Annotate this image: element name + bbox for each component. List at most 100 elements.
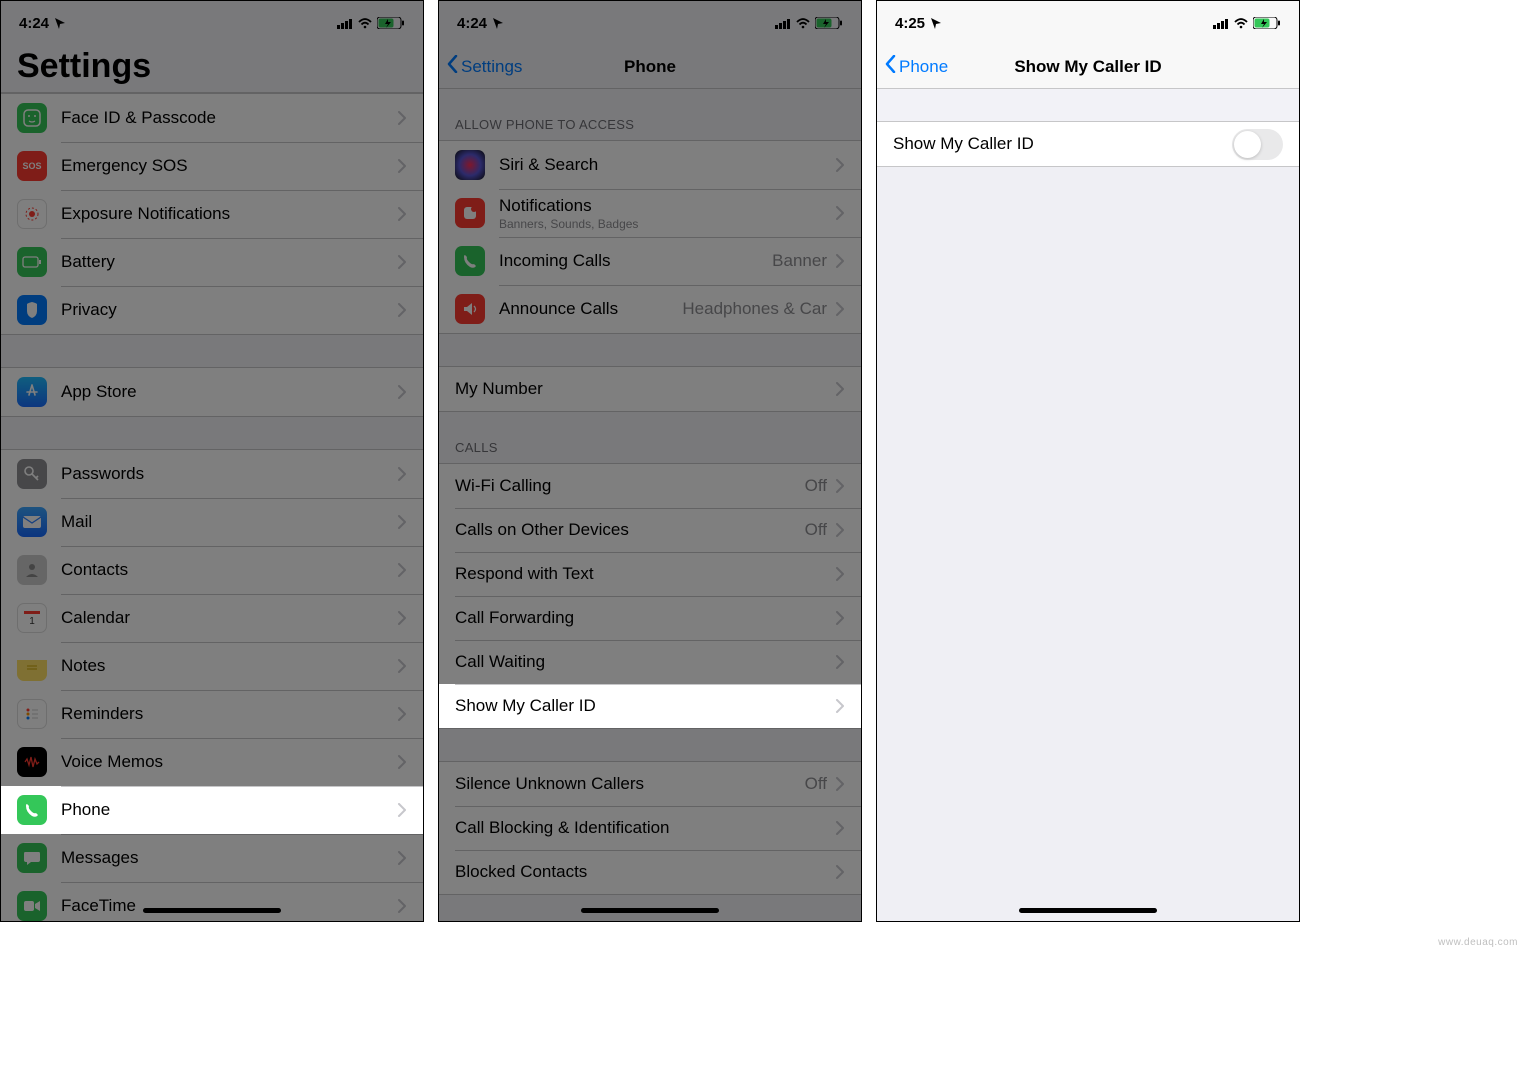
row-announce-calls[interactable]: Announce Calls Headphones & Car <box>439 285 861 333</box>
chevron-right-icon <box>835 865 845 879</box>
back-button[interactable]: Phone <box>885 45 948 88</box>
chevron-right-icon <box>397 207 407 221</box>
row-faceid[interactable]: Face ID & Passcode <box>1 94 423 142</box>
chevron-right-icon <box>397 111 407 125</box>
caller-id-toggle[interactable] <box>1232 129 1283 160</box>
row-show-my-caller-id[interactable]: Show My Caller ID <box>439 684 861 728</box>
row-label: Call Forwarding <box>455 608 827 628</box>
row-label: My Number <box>455 379 827 399</box>
row-battery[interactable]: Battery <box>1 238 423 286</box>
messages-icon <box>17 843 47 873</box>
chevron-right-icon <box>397 899 407 913</box>
row-label: Show My Caller ID <box>455 696 827 716</box>
row-respond-with-text[interactable]: Respond with Text <box>439 552 861 596</box>
battery-row-icon <box>17 247 47 277</box>
row-blocked-contacts[interactable]: Blocked Contacts <box>439 850 861 894</box>
row-phone[interactable]: Phone <box>1 786 423 834</box>
row-label: Call Blocking & Identification <box>455 818 827 838</box>
row-calendar[interactable]: 1 Calendar <box>1 594 423 642</box>
row-value: Off <box>805 520 827 540</box>
row-siri[interactable]: Siri & Search <box>439 141 861 189</box>
row-wifi-calling[interactable]: Wi-Fi Calling Off <box>439 464 861 508</box>
row-privacy[interactable]: Privacy <box>1 286 423 334</box>
wifi-icon <box>796 18 810 29</box>
notes-icon <box>17 651 47 681</box>
wifi-icon <box>1234 18 1248 29</box>
row-label: Messages <box>61 848 389 868</box>
row-facetime[interactable]: FaceTime <box>1 882 423 922</box>
chevron-right-icon <box>835 655 845 669</box>
status-time: 4:24 <box>19 15 49 32</box>
callerid-list: Show My Caller ID <box>877 89 1299 167</box>
chevron-right-icon <box>835 523 845 537</box>
chevron-right-icon <box>835 821 845 835</box>
row-incoming-calls[interactable]: Incoming Calls Banner <box>439 237 861 285</box>
row-label: Voice Memos <box>61 752 389 772</box>
wifi-icon <box>358 18 372 29</box>
chevron-right-icon <box>397 467 407 481</box>
page-title: Phone <box>624 57 676 77</box>
chevron-right-icon <box>835 567 845 581</box>
chevron-right-icon <box>397 659 407 673</box>
row-call-waiting[interactable]: Call Waiting <box>439 640 861 684</box>
row-notes[interactable]: Notes <box>1 642 423 690</box>
exposure-icon <box>17 199 47 229</box>
chevron-right-icon <box>397 563 407 577</box>
row-call-forwarding[interactable]: Call Forwarding <box>439 596 861 640</box>
chevron-right-icon <box>397 255 407 269</box>
row-call-blocking[interactable]: Call Blocking & Identification <box>439 806 861 850</box>
row-show-my-caller-id-toggle[interactable]: Show My Caller ID <box>877 122 1299 166</box>
row-label: Reminders <box>61 704 389 724</box>
chevron-right-icon <box>397 707 407 721</box>
siri-icon <box>455 150 485 180</box>
home-indicator[interactable] <box>143 908 281 913</box>
row-label: Siri & Search <box>499 155 827 175</box>
row-my-number[interactable]: My Number <box>439 367 861 411</box>
settings-list[interactable]: Face ID & Passcode SOS Emergency SOS Exp… <box>1 93 423 922</box>
row-label: Notes <box>61 656 389 676</box>
row-reminders[interactable]: Reminders <box>1 690 423 738</box>
row-passwords[interactable]: Passwords <box>1 450 423 498</box>
home-indicator[interactable] <box>1019 908 1157 913</box>
appstore-icon <box>17 377 47 407</box>
row-label: Contacts <box>61 560 389 580</box>
row-messages[interactable]: Messages <box>1 834 423 882</box>
chevron-right-icon <box>835 611 845 625</box>
nav-header: Phone Show My Caller ID <box>877 45 1299 89</box>
row-label: Blocked Contacts <box>455 862 827 882</box>
chevron-right-icon <box>835 254 845 268</box>
row-label: Call Waiting <box>455 652 827 672</box>
row-calls-other-devices[interactable]: Calls on Other Devices Off <box>439 508 861 552</box>
row-exposure[interactable]: Exposure Notifications <box>1 190 423 238</box>
row-label: Exposure Notifications <box>61 204 389 224</box>
row-voicememos[interactable]: Voice Memos <box>1 738 423 786</box>
row-silence-unknown[interactable]: Silence Unknown Callers Off <box>439 762 861 806</box>
chevron-right-icon <box>397 803 407 817</box>
chevron-left-icon <box>885 55 897 78</box>
row-contacts[interactable]: Contacts <box>1 546 423 594</box>
voicememos-icon <box>17 747 47 777</box>
facetime-icon <box>17 891 47 921</box>
home-indicator[interactable] <box>581 908 719 913</box>
row-notifications[interactable]: Notifications Banners, Sounds, Badges <box>439 189 861 237</box>
passwords-icon <box>17 459 47 489</box>
signal-icon <box>775 18 791 29</box>
row-appstore[interactable]: App Store <box>1 368 423 416</box>
row-sos[interactable]: SOS Emergency SOS <box>1 142 423 190</box>
incoming-icon <box>455 246 485 276</box>
back-button[interactable]: Settings <box>447 45 522 88</box>
phone-settings-list[interactable]: Allow Phone to Access Siri & Search Noti… <box>439 89 861 895</box>
row-label: Respond with Text <box>455 564 827 584</box>
row-mail[interactable]: Mail <box>1 498 423 546</box>
row-value: Banner <box>772 251 827 271</box>
row-label: Wi-Fi Calling <box>455 476 797 496</box>
row-label: App Store <box>61 382 389 402</box>
screen-caller-id: 4:25 Phone Show My Caller ID Show My Cal… <box>876 0 1300 922</box>
chevron-right-icon <box>397 385 407 399</box>
location-icon <box>54 17 66 29</box>
row-value: Off <box>805 774 827 794</box>
toggle-knob <box>1234 131 1261 158</box>
nav-header: Settings Phone <box>439 45 861 89</box>
row-subtitle: Banners, Sounds, Badges <box>499 217 827 231</box>
row-label: Silence Unknown Callers <box>455 774 797 794</box>
